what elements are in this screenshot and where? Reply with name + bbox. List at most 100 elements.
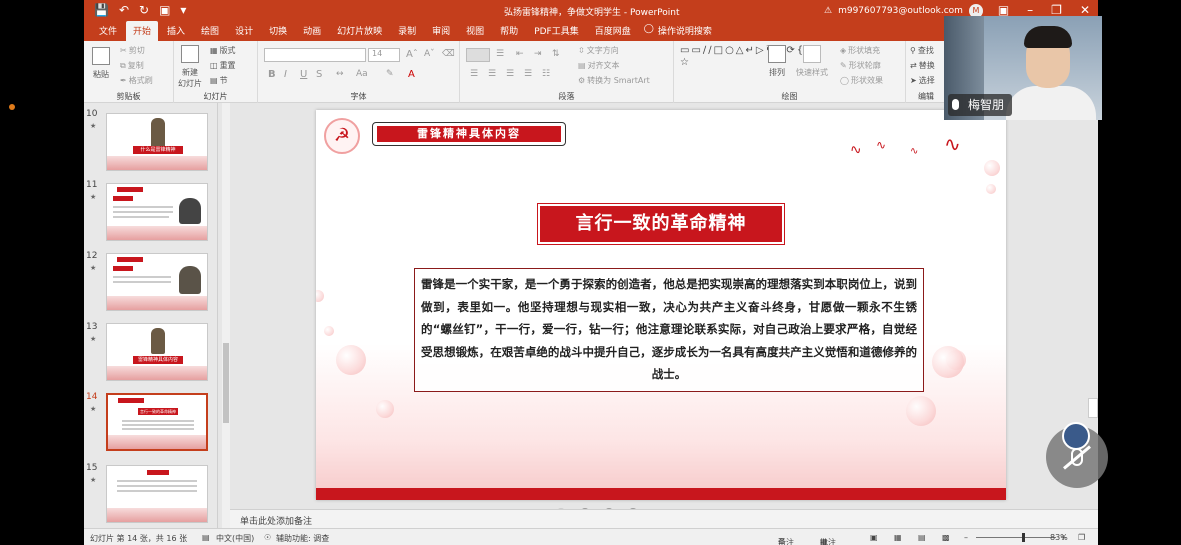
proofing-icon[interactable]: ▤: [202, 533, 210, 542]
slide-header-box[interactable]: 雷锋精神具体内容: [372, 122, 566, 146]
font-color-icon[interactable]: A: [408, 69, 415, 80]
current-slide[interactable]: ☭ 雷锋精神具体内容 ∿ ∿ ∿ ∿ 言行一致的革命精神 雷锋是一个实干家，是一…: [316, 110, 1006, 500]
tab-draw[interactable]: 绘图: [194, 21, 226, 41]
tab-pdf-tools[interactable]: PDF工具集: [527, 21, 586, 41]
present-icon[interactable]: ▣: [159, 3, 170, 17]
shapes-gallery[interactable]: ▭▭∕∕□○△↵▷↸↷⟳{}☆: [680, 45, 811, 69]
shape-outline-button[interactable]: ✎ 形状轮廓: [840, 60, 881, 71]
font-name-select[interactable]: [264, 48, 366, 62]
section-button[interactable]: ▤ 节: [210, 75, 228, 86]
paste-button[interactable]: 粘贴: [92, 47, 110, 80]
tab-help[interactable]: 帮助: [493, 21, 525, 41]
slide-title[interactable]: 言行一致的革命精神: [540, 206, 782, 242]
align-text-button[interactable]: ▤ 对齐文本: [578, 60, 620, 71]
thumbnail-slide-11[interactable]: [106, 183, 208, 241]
arrange-label: 排列: [769, 68, 785, 77]
tab-view[interactable]: 视图: [459, 21, 491, 41]
thumbnail-text-line: [113, 281, 171, 283]
tab-review[interactable]: 审阅: [425, 21, 457, 41]
columns-icon[interactable]: ☷: [542, 69, 550, 79]
clear-format-icon[interactable]: ⌫: [442, 49, 455, 59]
thumbnail-slide-10[interactable]: 什么是雷锋精神: [106, 113, 208, 171]
tab-insert[interactable]: 插入: [160, 21, 192, 41]
video-call-tile[interactable]: 梅智朋: [944, 16, 1102, 120]
new-slide-button[interactable]: 新建 幻灯片: [178, 45, 202, 89]
thumbnail-scrollbar[interactable]: [222, 103, 230, 528]
thumbnail-caption: 雷锋精神具体内容: [133, 356, 183, 364]
minimize-icon[interactable]: –: [1027, 3, 1033, 17]
quick-styles-button[interactable]: 快速样式: [796, 45, 828, 78]
shape-effects-button[interactable]: ◯ 形状效果: [840, 75, 883, 86]
scrollbar-thumb[interactable]: [223, 343, 229, 423]
arrange-button[interactable]: 排列: [768, 45, 786, 78]
font-size-select[interactable]: 14: [368, 48, 400, 62]
thumbnail-slide-13[interactable]: 雷锋精神具体内容: [106, 323, 208, 381]
language-indicator[interactable]: 中文(中国): [216, 533, 254, 544]
zoom-level[interactable]: 83%: [1050, 533, 1068, 542]
tab-record[interactable]: 录制: [391, 21, 423, 41]
thumbnail-slide-12[interactable]: [106, 253, 208, 311]
indent-increase-icon[interactable]: ⇥: [534, 49, 542, 59]
notes-pane[interactable]: 单击此处添加备注: [230, 509, 1098, 528]
fit-slide-icon[interactable]: ❐: [1078, 533, 1085, 542]
tab-file[interactable]: 文件: [92, 21, 124, 41]
replace-button[interactable]: ⇄ 替换: [910, 60, 935, 71]
thumbnail-slide-14[interactable]: 言行一致的革命精神: [106, 393, 208, 451]
shadow-button[interactable]: S: [316, 69, 322, 80]
tab-design[interactable]: 设计: [228, 21, 260, 41]
account-email[interactable]: m997607793@outlook.com: [838, 6, 963, 16]
undo-icon[interactable]: ↶: [119, 3, 129, 17]
numbering-icon[interactable]: ☰: [496, 49, 504, 59]
normal-view-icon[interactable]: ▣: [870, 533, 878, 542]
slideshow-icon[interactable]: ▩: [942, 533, 950, 542]
justify-icon[interactable]: ☰: [524, 69, 532, 79]
tab-transitions[interactable]: 切换: [262, 21, 294, 41]
cut-button[interactable]: ✂ 剪切: [120, 45, 145, 56]
tab-animations[interactable]: 动画: [296, 21, 328, 41]
save-icon[interactable]: 💾: [94, 3, 109, 17]
underline-button[interactable]: U: [300, 69, 307, 80]
tab-home[interactable]: 开始: [126, 21, 159, 41]
tab-baidu-netdisk[interactable]: 百度网盘: [588, 21, 638, 41]
thumbnail-header-bar: [118, 398, 144, 403]
align-left-icon[interactable]: ☰: [470, 69, 478, 79]
redo-icon[interactable]: ↻: [139, 3, 149, 17]
shrink-font-icon[interactable]: Aˇ: [424, 49, 435, 59]
indent-decrease-icon[interactable]: ⇤: [516, 49, 524, 59]
restore-icon[interactable]: ❐: [1051, 3, 1062, 17]
layout-button[interactable]: ▦ 版式: [210, 45, 236, 56]
reset-button[interactable]: ◫ 重置: [210, 60, 236, 71]
slide-sorter-icon[interactable]: ▦: [894, 533, 902, 542]
line-spacing-icon[interactable]: ⇅: [552, 49, 560, 59]
close-icon[interactable]: ✕: [1080, 3, 1090, 17]
zoom-slider[interactable]: [976, 533, 1056, 542]
select-button[interactable]: ➤ 选择: [910, 75, 935, 86]
customize-icon[interactable]: ▾: [180, 3, 186, 17]
case-icon[interactable]: Aa: [356, 69, 368, 79]
align-center-icon[interactable]: ☰: [488, 69, 496, 79]
italic-button[interactable]: I: [284, 69, 287, 80]
ribbon-display-icon[interactable]: ▣: [998, 3, 1009, 17]
find-button[interactable]: ⚲ 查找: [910, 45, 934, 56]
side-handle[interactable]: [1088, 398, 1098, 418]
zoom-out-icon[interactable]: –: [964, 533, 968, 542]
spacing-icon[interactable]: ↔: [336, 69, 344, 79]
format-painter-button[interactable]: ✒ 格式刷: [120, 75, 153, 86]
accessibility-status[interactable]: 辅助功能: 调查: [276, 533, 329, 544]
copy-button[interactable]: ⧉ 复制: [120, 60, 144, 71]
shape-fill-button[interactable]: ◈ 形状填充: [840, 45, 880, 56]
grow-font-icon[interactable]: Aˆ: [406, 49, 418, 60]
tell-me-search[interactable]: ◯ 操作说明搜索: [640, 21, 716, 41]
zoom-slider-thumb[interactable]: [1022, 533, 1025, 542]
reading-view-icon[interactable]: ▤: [918, 533, 926, 542]
smartart-button[interactable]: ⚙ 转换为 SmartArt: [578, 75, 650, 86]
tab-slideshow[interactable]: 幻灯片放映: [330, 21, 389, 41]
thumbnail-slide-15[interactable]: [106, 465, 208, 523]
align-right-icon[interactable]: ☰: [506, 69, 514, 79]
bullets-icon[interactable]: [466, 48, 490, 62]
muted-participant-avatar[interactable]: [1046, 422, 1108, 488]
bold-button[interactable]: B: [268, 69, 276, 80]
text-direction-button[interactable]: ⇳ 文字方向: [578, 45, 619, 56]
slide-body-text[interactable]: 雷锋是一个实干家，是一个勇于探索的创造者，他总是把实现崇高的理想落实到本职岗位上…: [414, 268, 924, 392]
highlight-icon[interactable]: ✎: [386, 69, 394, 79]
